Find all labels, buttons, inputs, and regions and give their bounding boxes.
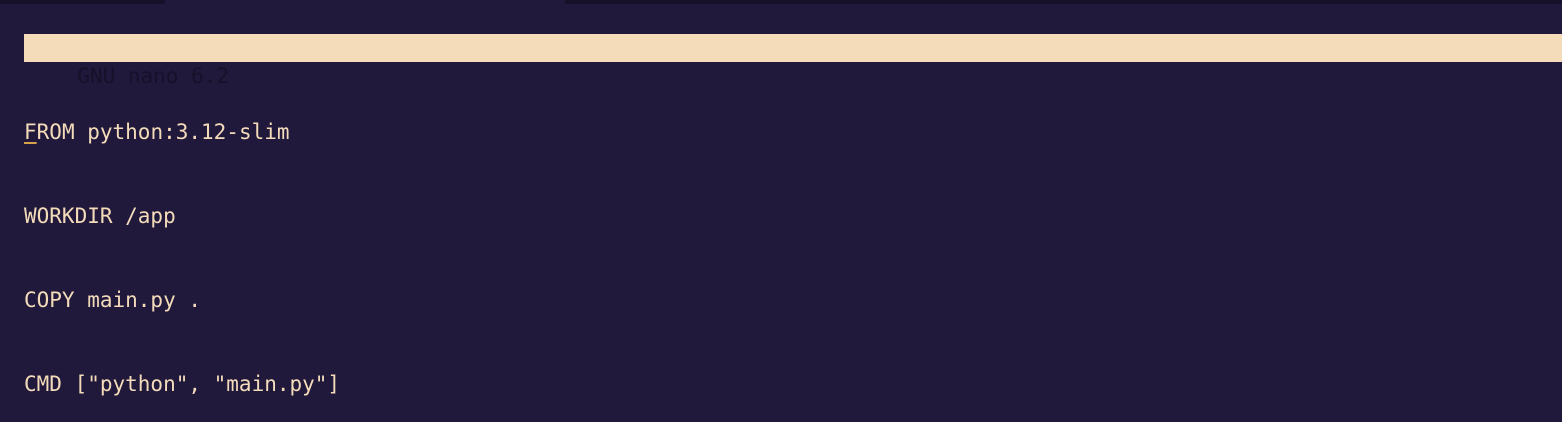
editor-line[interactable]: CMD ["python", "main.py"] — [24, 370, 340, 398]
terminal-tab-strip — [0, 0, 1562, 4]
editor-line[interactable]: WORKDIR /app — [24, 202, 340, 230]
terminal-tab-active[interactable] — [165, 0, 565, 4]
text-cursor[interactable]: F — [24, 120, 37, 144]
editor-line[interactable]: FROM python:3.12-slim — [24, 118, 340, 146]
editor-buffer[interactable]: FROM python:3.12-slim WORKDIR /app COPY … — [24, 62, 340, 422]
editor-line-text: ROM python:3.12-slim — [36, 120, 290, 144]
nano-titlebar: GNU nano 6.2 — [24, 34, 1562, 88]
editor-line[interactable]: COPY main.py . — [24, 286, 340, 314]
